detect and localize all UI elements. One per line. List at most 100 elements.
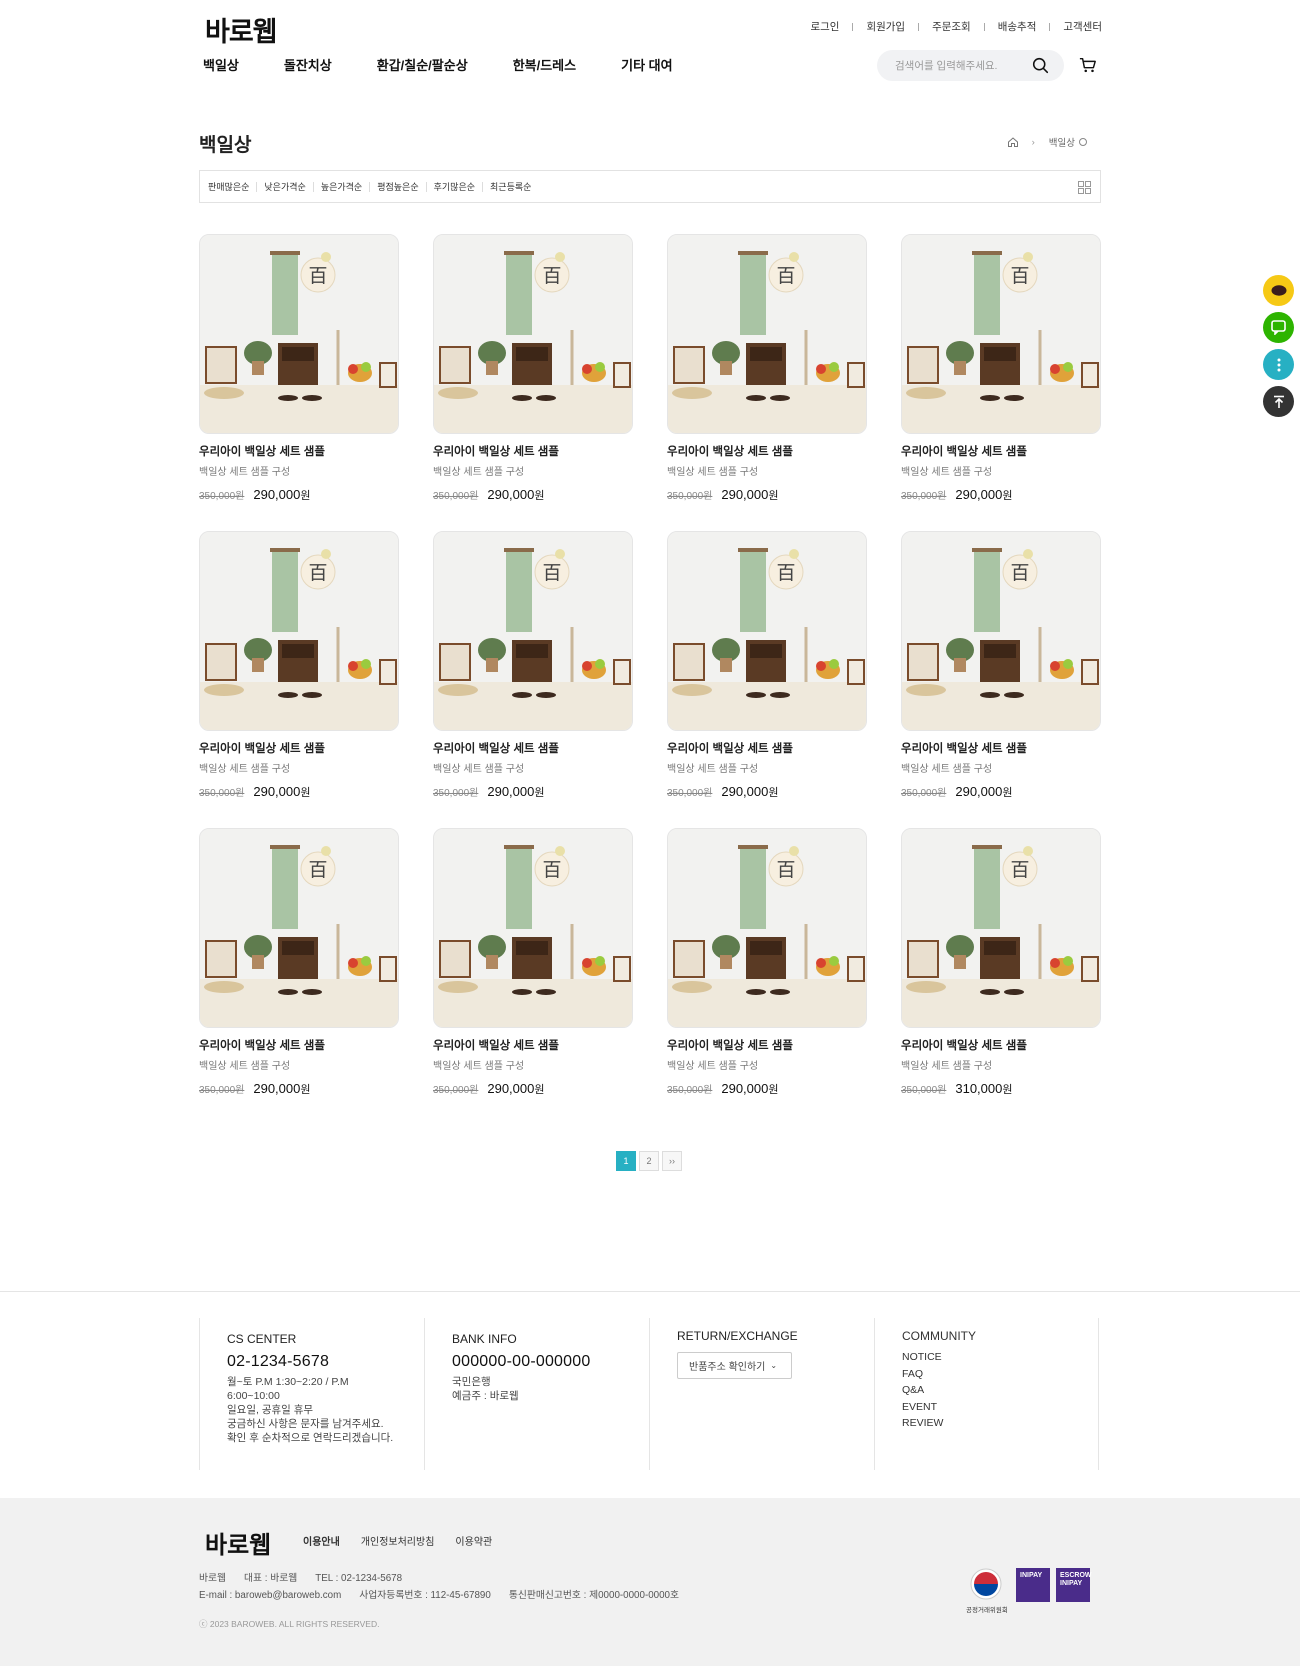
product-card[interactable]: 百 우리아이 백일상 세트 샘플 백일상 세트 샘플 구성 350,000원 xyxy=(433,234,633,531)
product-image[interactable]: 百 xyxy=(667,234,867,434)
product-image[interactable]: 百 xyxy=(199,234,399,434)
nav-item-etc-rental[interactable]: 기타 대여 xyxy=(621,55,672,74)
product-name[interactable]: 우리아이 백일상 세트 샘플 xyxy=(667,740,867,756)
page-1-button[interactable]: 1 xyxy=(616,1151,636,1171)
product-name[interactable]: 우리아이 백일상 세트 샘플 xyxy=(433,443,633,459)
sort-reviews[interactable]: 후기많은순 xyxy=(425,181,482,192)
customer-center-link[interactable]: 고객센터 xyxy=(1063,19,1102,34)
product-card[interactable]: 百 우리아이 백일상 세트 샘플 백일상 세트 샘플 구성 350,000원 xyxy=(667,828,867,1125)
delivery-tracking-link[interactable]: 배송추적 xyxy=(998,19,1037,34)
product-image[interactable]: 百 xyxy=(433,234,633,434)
product-image[interactable]: 百 xyxy=(433,828,633,1028)
product-card[interactable]: 百 우리아이 백일상 세트 샘플 백일상 세트 샘플 구성 350,000원 xyxy=(901,234,1101,531)
nav-item-baekilsang[interactable]: 백일상 xyxy=(203,55,239,74)
svg-text:百: 百 xyxy=(308,562,327,584)
community-faq[interactable]: FAQ xyxy=(902,1366,1098,1383)
community-event[interactable]: EVENT xyxy=(902,1399,1098,1416)
footer-link-privacy[interactable]: 개인정보처리방침 xyxy=(361,1533,435,1548)
footer-link-guide[interactable]: 이용안내 xyxy=(303,1533,340,1548)
next-page-button[interactable]: ›› xyxy=(662,1151,682,1171)
pagination: 1 2 ›› xyxy=(616,1151,685,1171)
page-2-button[interactable]: 2 xyxy=(639,1151,659,1171)
product-name[interactable]: 우리아이 백일상 세트 샘플 xyxy=(433,740,633,756)
company-email: E-mail : baroweb@baroweb.com xyxy=(199,1590,342,1601)
product-image[interactable]: 百 xyxy=(199,531,399,731)
site-logo[interactable]: 바로웹 xyxy=(205,10,278,49)
grid-view-icon[interactable] xyxy=(1078,181,1091,194)
chat-button[interactable] xyxy=(1263,312,1294,343)
product-price: 350,000원 290,000원 xyxy=(667,784,867,800)
inipay-badge[interactable]: INIPAY xyxy=(1016,1568,1050,1602)
escrow-badge-line1: ESCROW xyxy=(1060,1572,1092,1579)
breadcrumb-current[interactable]: 백일상 xyxy=(1049,135,1087,149)
sale-price-unit: 원 xyxy=(300,787,311,799)
product-name[interactable]: 우리아이 백일상 세트 샘플 xyxy=(433,1037,633,1053)
product-image[interactable]: 百 xyxy=(667,828,867,1028)
product-name[interactable]: 우리아이 백일상 세트 샘플 xyxy=(901,443,1101,459)
sort-newest[interactable]: 최근등록순 xyxy=(482,181,538,192)
kakao-talk-button[interactable] xyxy=(1263,275,1294,306)
nav-item-hwangap[interactable]: 환갑/칠순/팔순상 xyxy=(377,55,468,74)
product-image[interactable]: 百 xyxy=(667,531,867,731)
product-card[interactable]: 百 우리아이 백일상 세트 샘플 백일상 세트 샘플 구성 350,000원 xyxy=(901,531,1101,828)
nav-item-doljanchisang[interactable]: 돌잔치상 xyxy=(284,55,332,74)
product-name[interactable]: 우리아이 백일상 세트 샘플 xyxy=(667,1037,867,1053)
search-placeholder[interactable]: 검색어를 입력해주세요. xyxy=(895,58,997,73)
login-link[interactable]: 로그인 xyxy=(810,19,839,34)
search-icon[interactable] xyxy=(1032,57,1049,74)
svg-text:百: 百 xyxy=(542,562,561,584)
product-name[interactable]: 우리아이 백일상 세트 샘플 xyxy=(901,740,1101,756)
divider xyxy=(1049,22,1051,31)
cart-icon[interactable] xyxy=(1079,56,1097,74)
more-menu-button[interactable] xyxy=(1263,349,1294,380)
product-card[interactable]: 百 우리아이 백일상 세트 샘플 백일상 세트 샘플 구성 350,000원 xyxy=(433,828,633,1125)
join-link[interactable]: 회원가입 xyxy=(866,19,905,34)
sort-best-selling[interactable]: 판매많은순 xyxy=(208,182,256,192)
home-icon[interactable] xyxy=(1007,136,1019,148)
sale-price-unit: 원 xyxy=(534,787,545,799)
company-name: 바로웹 xyxy=(199,1573,227,1584)
product-card[interactable]: 百 우리아이 백일상 세트 샘플 백일상 세트 샘플 구성 350,000원 xyxy=(199,531,399,828)
bank-info: BANK INFO 000000-00-000000 국민은행 예금주 : 바로… xyxy=(424,1318,649,1470)
product-card[interactable]: 百 우리아이 백일상 세트 샘플 백일상 세트 샘플 구성 350,000원 xyxy=(901,828,1101,1125)
product-image[interactable]: 百 xyxy=(433,531,633,731)
product-card[interactable]: 百 우리아이 백일상 세트 샘플 백일상 세트 샘플 구성 350,000원 xyxy=(433,531,633,828)
product-image[interactable]: 百 xyxy=(901,531,1101,731)
product-card[interactable]: 百 우리아이 백일상 세트 샘플 백일상 세트 샘플 구성 350,000원 xyxy=(667,234,867,531)
scroll-top-button[interactable] xyxy=(1263,386,1294,417)
sale-price: 290,000원 xyxy=(721,1081,778,1097)
community-qna[interactable]: Q&A xyxy=(902,1382,1098,1399)
escrow-badge[interactable]: ESCROW INIPAY xyxy=(1056,1568,1092,1602)
community-notice[interactable]: NOTICE xyxy=(902,1349,1098,1366)
product-name[interactable]: 우리아이 백일상 세트 샘플 xyxy=(199,1037,399,1053)
product-name[interactable]: 우리아이 백일상 세트 샘플 xyxy=(667,443,867,459)
search-box[interactable]: 검색어를 입력해주세요. xyxy=(877,50,1064,81)
product-card[interactable]: 百 우리아이 백일상 세트 샘플 백일상 세트 샘플 구성 350,000원 xyxy=(199,828,399,1125)
product-name[interactable]: 우리아이 백일상 세트 샘플 xyxy=(901,1037,1101,1053)
footer-info: CS CENTER 02-1234-5678 월~토 P.M 1:30~2:20… xyxy=(199,1318,1102,1470)
certification-badges: 공정거래위원회 INIPAY ESCROW INIPAY xyxy=(966,1568,1096,1614)
product-card[interactable]: 百 우리아이 백일상 세트 샘플 백일상 세트 샘플 구성 350,000원 xyxy=(199,234,399,531)
sort-rating[interactable]: 평점높은순 xyxy=(369,181,425,192)
ftc-seal[interactable]: 공정거래위원회 xyxy=(966,1568,1008,1614)
product-image[interactable]: 百 xyxy=(901,234,1101,434)
svg-text:百: 百 xyxy=(1010,859,1029,881)
sale-price-amount: 310,000 xyxy=(955,1081,1003,1096)
footer-logo[interactable]: 바로웹 xyxy=(205,1525,271,1560)
footer-link-terms[interactable]: 이용약관 xyxy=(455,1533,492,1548)
product-image[interactable]: 百 xyxy=(199,828,399,1028)
product-name[interactable]: 우리아이 백일상 세트 샘플 xyxy=(199,443,399,459)
product-image[interactable]: 百 xyxy=(901,828,1101,1028)
community-review[interactable]: REVIEW xyxy=(902,1415,1098,1432)
sort-low-price[interactable]: 낮은가격순 xyxy=(256,181,312,192)
sale-price-amount: 290,000 xyxy=(487,487,535,502)
return-address-button[interactable]: 반품주소 확인하기 ⌄ xyxy=(677,1352,792,1379)
product-card[interactable]: 百 우리아이 백일상 세트 샘플 백일상 세트 샘플 구성 350,000원 xyxy=(667,531,867,828)
order-lookup-link[interactable]: 주문조회 xyxy=(932,19,971,34)
product-name[interactable]: 우리아이 백일상 세트 샘플 xyxy=(199,740,399,756)
divider xyxy=(852,22,854,31)
svg-text:百: 百 xyxy=(542,265,561,287)
product-photo: 百 xyxy=(200,235,398,433)
sort-high-price[interactable]: 높은가격순 xyxy=(312,181,369,192)
nav-item-hanbok[interactable]: 한복/드레스 xyxy=(513,55,576,74)
